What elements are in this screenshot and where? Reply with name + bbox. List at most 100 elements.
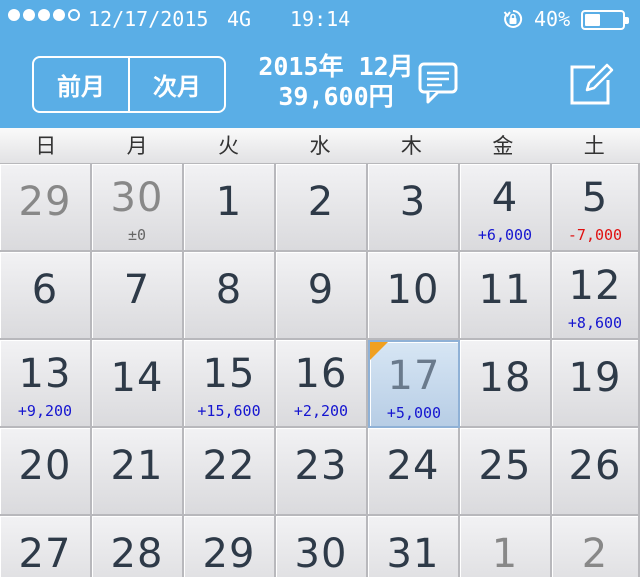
weekday-header: 日月火水木金土: [0, 128, 640, 164]
day-number: 27: [18, 531, 72, 577]
calendar-day[interactable]: 1: [184, 164, 276, 252]
calendar-day[interactable]: 2: [552, 516, 640, 577]
weekday-label: 水: [309, 134, 331, 158]
battery-fill: [585, 14, 600, 26]
pencil-edit-icon[interactable]: [569, 60, 615, 106]
calendar-day[interactable]: 10: [368, 252, 460, 340]
day-number: 16: [294, 351, 348, 397]
weekday-label: 金: [492, 134, 514, 158]
day-number: 19: [568, 355, 622, 401]
calendar-day[interactable]: 23: [276, 428, 368, 516]
weekday-label: 日: [35, 134, 57, 158]
calendar-day[interactable]: 14: [92, 340, 184, 428]
day-number: 4: [491, 175, 519, 221]
calendar-day[interactable]: 3: [368, 164, 460, 252]
day-number: 24: [386, 443, 440, 489]
calendar-day[interactable]: 15 +15,600: [184, 340, 276, 428]
day-number: 18: [478, 355, 532, 401]
calendar-day[interactable]: 19: [552, 340, 640, 428]
calendar-day[interactable]: 6: [0, 252, 92, 340]
speech-bubble-icon[interactable]: [418, 60, 458, 106]
day-number: 13: [18, 351, 72, 397]
day-number: 2: [581, 531, 609, 577]
calendar-day[interactable]: 13 +9,200: [0, 340, 92, 428]
day-number: 25: [478, 443, 532, 489]
day-number: 12: [568, 263, 622, 309]
calendar-day[interactable]: 30: [276, 516, 368, 577]
calendar-day[interactable]: 29: [184, 516, 276, 577]
calendar-day[interactable]: 28: [92, 516, 184, 577]
day-number: 3: [399, 179, 427, 225]
calendar-day[interactable]: 7: [92, 252, 184, 340]
calendar-day[interactable]: 29: [0, 164, 92, 252]
prev-month-button[interactable]: 前月: [34, 58, 128, 111]
signal-strength: [8, 9, 80, 21]
calendar-day[interactable]: 30 ±0: [92, 164, 184, 252]
day-number: 7: [123, 267, 151, 313]
signal-dot: [68, 9, 80, 21]
day-number: 1: [215, 179, 243, 225]
calendar-day[interactable]: 26: [552, 428, 640, 516]
day-number: 30: [294, 531, 348, 577]
day-amount: +2,200: [293, 402, 349, 420]
day-number: 28: [110, 531, 164, 577]
day-amount: ±0: [127, 226, 147, 244]
day-number: 30: [110, 175, 164, 221]
weekday-label: 火: [218, 134, 240, 158]
day-number: 6: [31, 267, 59, 313]
day-amount: +9,200: [17, 402, 73, 420]
calendar-day[interactable]: 18: [460, 340, 552, 428]
calendar-day[interactable]: 21: [92, 428, 184, 516]
battery-icon: [581, 10, 629, 30]
day-number: 10: [386, 267, 440, 313]
next-month-button[interactable]: 次月: [128, 58, 224, 111]
day-number: 11: [478, 267, 532, 313]
app-header: 12/17/2015 4G 19:14 40% 前月 次月 2015年 12月 …: [0, 0, 640, 128]
status-date: 12/17/2015: [88, 7, 209, 31]
calendar-day[interactable]: 12 +8,600: [552, 252, 640, 340]
rotation-lock-icon: [503, 9, 523, 28]
calendar-day[interactable]: 5 -7,000: [552, 164, 640, 252]
weekday-label: 木: [400, 134, 422, 158]
month-navigation: 前月 次月: [32, 56, 226, 113]
day-number: 26: [568, 443, 622, 489]
day-amount: +5,000: [386, 404, 442, 422]
calendar-day[interactable]: 2: [276, 164, 368, 252]
day-amount: -7,000: [567, 226, 623, 244]
calendar-day-today[interactable]: 17 +5,000: [368, 340, 460, 428]
day-number: 1: [491, 531, 519, 577]
day-number: 31: [386, 531, 440, 577]
signal-dot: [53, 9, 65, 21]
calendar-day[interactable]: 1: [460, 516, 552, 577]
calendar-day[interactable]: 20: [0, 428, 92, 516]
day-number: 5: [581, 175, 609, 221]
month-label: 2015年 12月: [258, 52, 414, 81]
month-total: 39,600円: [278, 82, 394, 111]
day-amount: +8,600: [567, 314, 623, 332]
day-number: 15: [202, 351, 256, 397]
day-number: 29: [18, 179, 72, 225]
signal-dot: [23, 9, 35, 21]
calendar-day[interactable]: 27: [0, 516, 92, 577]
calendar-day[interactable]: 9: [276, 252, 368, 340]
day-amount: +6,000: [477, 226, 533, 244]
calendar-day[interactable]: 24: [368, 428, 460, 516]
day-number: 23: [294, 443, 348, 489]
network-type: 4G: [227, 7, 252, 31]
calendar-grid: 29 30 ±0 1 2 3 4 +6,000 5 -7,000 6 7 8 9 10 11 12 +8,600 1…: [0, 164, 640, 577]
calendar-day[interactable]: 16 +2,200: [276, 340, 368, 428]
calendar-day[interactable]: 8: [184, 252, 276, 340]
calendar-day[interactable]: 4 +6,000: [460, 164, 552, 252]
day-number: 9: [307, 267, 335, 313]
signal-dot: [38, 9, 50, 21]
month-summary: 2015年 12月 39,600円: [246, 52, 426, 112]
calendar-day[interactable]: 25: [460, 428, 552, 516]
status-time: 19:14: [290, 7, 351, 31]
calendar-day[interactable]: 11: [460, 252, 552, 340]
weekday-label: 土: [583, 134, 605, 158]
day-number: 14: [110, 355, 164, 401]
day-number: 22: [202, 443, 256, 489]
calendar-day[interactable]: 31: [368, 516, 460, 577]
day-number: 20: [18, 443, 72, 489]
calendar-day[interactable]: 22: [184, 428, 276, 516]
